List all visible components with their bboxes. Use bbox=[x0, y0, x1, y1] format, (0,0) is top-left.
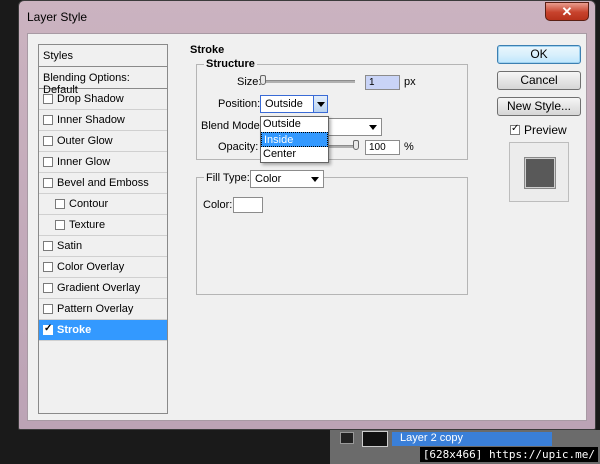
structure-group-title: Structure bbox=[204, 58, 257, 70]
window-title: Layer Style bbox=[27, 10, 88, 24]
fill-group bbox=[196, 177, 468, 295]
styles-header[interactable]: Styles bbox=[39, 45, 167, 67]
position-select-value: Outside bbox=[265, 98, 303, 110]
blend-mode-label: Blend Mode: bbox=[201, 120, 263, 132]
ok-button[interactable]: OK bbox=[497, 45, 581, 64]
stroke-group-title: Stroke bbox=[188, 44, 227, 56]
style-item-label: Satin bbox=[57, 240, 83, 252]
style-checkbox[interactable] bbox=[43, 115, 53, 125]
eye-icon[interactable] bbox=[340, 432, 354, 444]
size-slider-thumb[interactable] bbox=[260, 75, 266, 85]
style-item-label: Drop Shadow bbox=[57, 93, 124, 105]
style-item-label: Contour bbox=[69, 198, 109, 210]
style-item-drop-shadow[interactable]: Drop Shadow bbox=[39, 89, 167, 110]
style-item-inner-shadow[interactable]: Inner Shadow bbox=[39, 110, 167, 131]
style-item-label: Gradient Overlay bbox=[57, 282, 141, 294]
style-item-label: Inner Shadow bbox=[57, 114, 125, 126]
style-checkbox[interactable] bbox=[43, 241, 53, 251]
chevron-down-icon[interactable] bbox=[313, 96, 327, 112]
style-item-bevel-and-emboss[interactable]: Bevel and Emboss bbox=[39, 173, 167, 194]
style-item-stroke[interactable]: Stroke bbox=[39, 320, 167, 341]
style-checkbox[interactable] bbox=[43, 94, 53, 104]
position-label: Position: bbox=[218, 98, 261, 110]
style-checkbox[interactable] bbox=[43, 262, 53, 272]
dialog-client: Styles Blending Options: Default Drop Sh… bbox=[27, 33, 587, 421]
fill-type-select[interactable]: Color bbox=[250, 170, 324, 188]
style-item-label: Pattern Overlay bbox=[57, 303, 134, 315]
style-item-texture[interactable]: Texture bbox=[39, 215, 167, 236]
style-item-pattern-overlay[interactable]: Pattern Overlay bbox=[39, 299, 167, 320]
style-checkbox[interactable] bbox=[43, 323, 53, 335]
style-item-label: Outer Glow bbox=[57, 135, 113, 147]
chevron-down-icon bbox=[311, 177, 319, 182]
styles-list: Styles Blending Options: Default Drop Sh… bbox=[38, 44, 168, 414]
layer-style-dialog: Layer Style ✕ Styles Blending Options: D… bbox=[18, 0, 596, 430]
style-item-contour[interactable]: Contour bbox=[39, 194, 167, 215]
style-item-inner-glow[interactable]: Inner Glow bbox=[39, 152, 167, 173]
style-checkbox[interactable] bbox=[43, 178, 53, 188]
style-items: Drop Shadow Inner Shadow Outer Glow Inner G… bbox=[39, 89, 167, 341]
style-checkbox[interactable] bbox=[55, 220, 65, 230]
style-item-label: Stroke bbox=[57, 324, 92, 336]
chevron-down-icon bbox=[369, 125, 377, 130]
style-item-label: Color Overlay bbox=[57, 261, 125, 273]
titlebar[interactable]: Layer Style ✕ bbox=[19, 1, 595, 33]
preview-box bbox=[509, 142, 569, 202]
fill-type-label: Fill Type: bbox=[204, 172, 252, 184]
fill-type-value: Color bbox=[255, 173, 282, 185]
preview-label: Preview bbox=[524, 123, 567, 137]
preview-swatch bbox=[524, 157, 556, 189]
size-unit: px bbox=[404, 76, 416, 88]
blend-mode-select[interactable] bbox=[328, 118, 382, 136]
size-slider-track[interactable] bbox=[263, 80, 355, 83]
new-style-button[interactable]: New Style... bbox=[497, 97, 581, 116]
position-option-center[interactable]: Center bbox=[261, 147, 328, 162]
opacity-slider-thumb[interactable] bbox=[353, 140, 359, 150]
watermark: [628x466] https://upic.me/ bbox=[419, 447, 598, 462]
blending-options-item[interactable]: Blending Options: Default bbox=[39, 67, 167, 96]
style-item-label: Texture bbox=[69, 219, 106, 231]
position-option-outside[interactable]: Outside bbox=[261, 117, 328, 132]
color-swatch[interactable] bbox=[233, 197, 263, 213]
style-checkbox[interactable] bbox=[43, 136, 53, 146]
size-label: Size: bbox=[237, 76, 262, 88]
style-item-label: Bevel and Emboss bbox=[57, 177, 149, 189]
opacity-label: Opacity: bbox=[218, 141, 259, 153]
style-checkbox[interactable] bbox=[55, 199, 65, 209]
opacity-unit: % bbox=[404, 141, 414, 153]
style-item-color-overlay[interactable]: Color Overlay bbox=[39, 257, 167, 278]
opacity-input[interactable]: 100 bbox=[365, 140, 400, 155]
preview-checkbox[interactable] bbox=[510, 123, 520, 135]
color-label: Color: bbox=[203, 199, 233, 211]
style-checkbox[interactable] bbox=[43, 304, 53, 314]
style-item-outer-glow[interactable]: Outer Glow bbox=[39, 131, 167, 152]
style-item-gradient-overlay[interactable]: Gradient Overlay bbox=[39, 278, 167, 299]
style-item-satin[interactable]: Satin bbox=[39, 236, 167, 257]
size-input[interactable]: 1 bbox=[365, 75, 400, 90]
position-option-inside[interactable]: Inside bbox=[261, 132, 328, 147]
style-checkbox[interactable] bbox=[43, 283, 53, 293]
position-select[interactable]: Outside bbox=[260, 95, 328, 113]
layer-row[interactable]: Layer 2 copy bbox=[392, 432, 552, 446]
layer-thumbnail bbox=[362, 431, 388, 447]
preview-toggle[interactable]: Preview bbox=[510, 123, 567, 137]
close-button[interactable]: ✕ bbox=[545, 2, 589, 21]
close-icon: ✕ bbox=[561, 4, 573, 19]
style-item-label: Inner Glow bbox=[57, 156, 111, 168]
position-dropdown: Outside Inside Center bbox=[260, 116, 329, 163]
style-checkbox[interactable] bbox=[43, 157, 53, 167]
cancel-button[interactable]: Cancel bbox=[497, 71, 581, 90]
